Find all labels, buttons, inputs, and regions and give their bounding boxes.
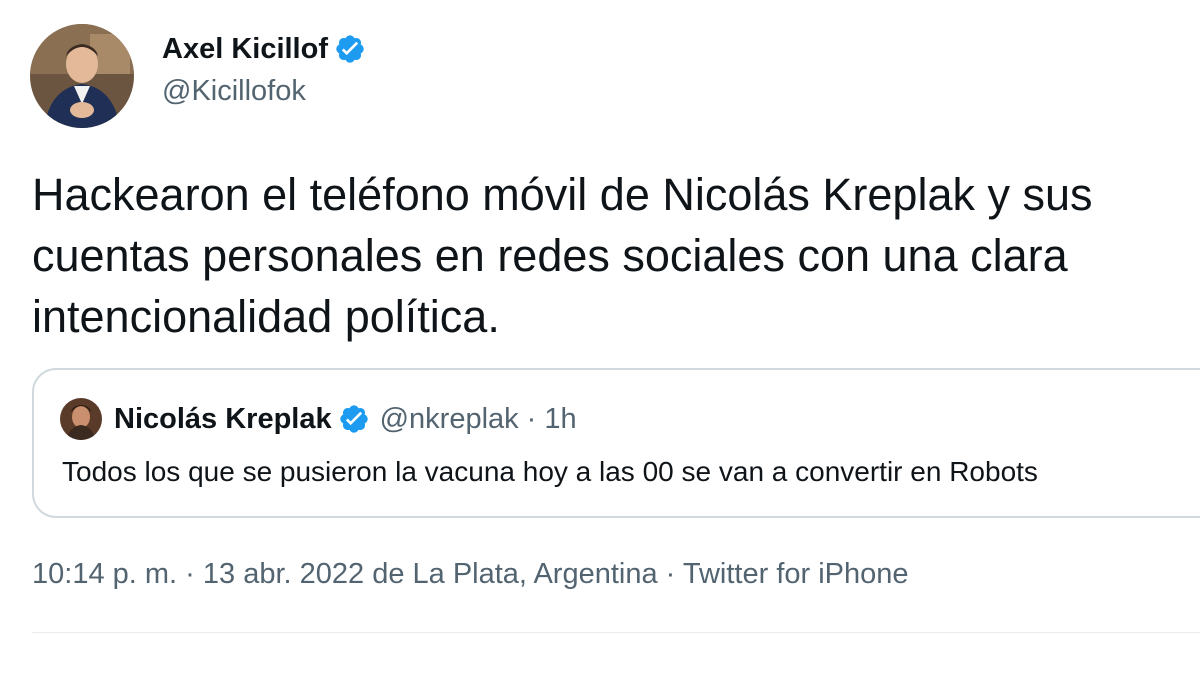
tweet-text: Hackearon el teléfono móvil de Nicolás K…: [32, 164, 1200, 347]
quoted-author-handle[interactable]: @nkreplak: [380, 403, 519, 436]
author-name[interactable]: Axel Kicillof: [162, 31, 328, 67]
author-avatar-image: [30, 24, 134, 128]
quoted-avatar: [60, 398, 102, 440]
tweet-header: Axel Kicillof @Kicillofok: [30, 24, 366, 128]
author-handle[interactable]: @Kicillofok: [162, 71, 366, 111]
quoted-tweet-header: Nicolás Kreplak @nkreplak · 1h: [60, 398, 577, 440]
tweet-card: Axel Kicillof @Kicillofok Hackearon el t…: [0, 0, 1200, 675]
tweet-timestamp[interactable]: 10:14 p. m.: [32, 558, 177, 590]
tweet-date-location[interactable]: 13 abr. 2022 de La Plata, Argentina: [203, 558, 658, 590]
tweet-text-line: cuentas personales en redes sociales con…: [32, 230, 1068, 281]
tweet-text-line: intencionalidad política.: [32, 291, 500, 342]
verified-badge-icon: [336, 35, 364, 63]
separator-dot: ·: [665, 558, 676, 590]
quoted-author-name[interactable]: Nicolás Kreplak: [114, 403, 332, 436]
divider: [32, 632, 1200, 633]
quoted-avatar-image: [60, 398, 102, 440]
quoted-tweet-time[interactable]: 1h: [544, 403, 576, 436]
separator-dot: ·: [526, 402, 537, 435]
verified-badge-icon: [339, 405, 368, 433]
quoted-tweet[interactable]: Nicolás Kreplak @nkreplak · 1h Todos los…: [32, 368, 1200, 518]
tweet-text-line: Hackearon el teléfono móvil de Nicolás K…: [32, 169, 1093, 220]
quoted-tweet-text: Todos los que se pusieron la vacuna hoy …: [62, 456, 1038, 487]
author-avatar[interactable]: [30, 24, 134, 128]
author-name-row: Axel Kicillof: [162, 31, 366, 67]
tweet-source[interactable]: Twitter for iPhone: [683, 558, 909, 590]
separator-dot: ·: [185, 558, 195, 590]
tweet-metadata: 10:14 p. m. · 13 abr. 2022 de La Plata, …: [32, 558, 909, 591]
author-info: Axel Kicillof @Kicillofok: [162, 31, 366, 111]
